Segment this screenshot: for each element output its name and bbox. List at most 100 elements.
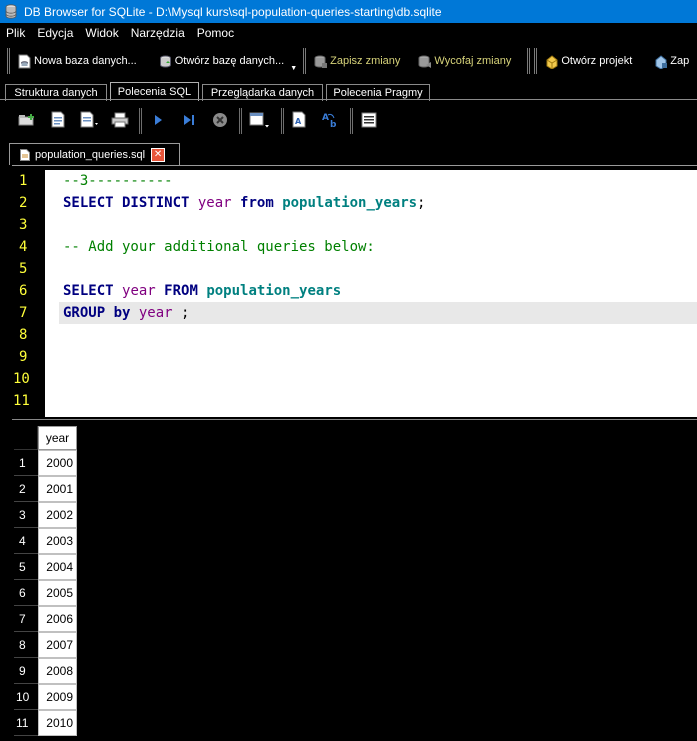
menu-file[interactable]: Plik [0,26,31,40]
line-number: 8 [19,327,28,343]
toolbar-separator [239,108,242,134]
row-header[interactable]: 4 [14,528,38,554]
row-header[interactable]: 9 [14,658,38,684]
row-header[interactable]: 2 [14,476,38,502]
row-header[interactable]: 7 [14,606,38,632]
row-header[interactable]: 6 [14,580,38,606]
open-project-button[interactable]: Otwórz projekt [541,47,636,75]
svg-text:b: b [330,120,337,128]
toolbar-grip[interactable] [7,48,10,74]
toolbar-separator [281,108,284,134]
sql-file-icon [20,148,30,161]
open-sql-file-button[interactable] [45,108,71,134]
main-tabs: Struktura danych Polecenia SQL Przegląda… [0,82,697,101]
open-project-icon [545,54,559,69]
open-database-button[interactable]: Otwórz bazę danych... ▼ [155,47,301,75]
tabs-divider [0,99,697,100]
table-cell[interactable]: 2010 [38,710,77,736]
save-results-icon [248,111,272,132]
table-cell[interactable]: 2001 [38,476,77,502]
step-icon [182,113,196,130]
editor-file-tab[interactable]: population_queries.sql ✕ [9,143,180,165]
toolbar-separator [303,48,307,74]
write-changes-icon [314,54,328,69]
new-database-button[interactable]: Nowa baza danych... [14,47,141,75]
toolbar-grip[interactable] [534,48,538,74]
save-sql-file-button[interactable] [76,108,102,134]
database-icon [4,4,18,20]
find-replace-icon: Ab [321,111,341,131]
svg-text:A: A [295,117,302,126]
menu-edit[interactable]: Edycja [31,26,79,40]
row-header[interactable]: 3 [14,502,38,528]
line-number-gutter: 1 2 3 4 5 6 7 8 9 10 11 [13,170,45,417]
open-file-icon [50,111,66,131]
write-changes-button[interactable]: Zapisz zmiany [310,47,404,75]
main-toolbar: Nowa baza danych... Otwórz bazę danych..… [0,43,697,79]
open-project-label: Otwórz projekt [561,55,633,67]
find-button[interactable]: A [287,108,313,134]
menu-tools[interactable]: Narzędzia [125,26,191,40]
code-line-1: --3---------- [63,173,173,189]
save-file-icon [79,111,99,131]
table-cell[interactable]: 2000 [38,450,77,476]
revert-changes-button[interactable]: Wycofaj zmiany [414,47,515,75]
table-cell[interactable]: 2007 [38,632,77,658]
fold-margin[interactable] [45,170,59,417]
sql-editor[interactable]: --3---------- SELECT DISTINCT year from … [59,170,697,417]
table-cell[interactable]: 2002 [38,502,77,528]
table-cell[interactable]: 2006 [38,606,77,632]
line-number: 11 [13,393,30,409]
table-cell[interactable]: 2004 [38,554,77,580]
open-database-label: Otwórz bazę danych... [174,55,285,67]
row-header[interactable]: 10 [14,684,38,710]
code-line-4: -- Add your additional queries below: [63,239,375,255]
table-cell[interactable]: 2005 [38,580,77,606]
title-bar: DB Browser for SQLite - D:\Mysql kurs\sq… [0,0,697,23]
revert-changes-icon [418,54,432,69]
play-icon [152,113,164,130]
line-number: 9 [19,349,28,365]
sql-toolbar: A Ab [0,104,697,138]
code-line-6: SELECT year FROM population_years [63,283,342,299]
line-number: 2 [19,195,28,211]
dropdown-arrow-icon[interactable]: ▼ [290,65,297,72]
menu-bar: Plik Edycja Widok Narzędzia Pomoc [0,23,697,42]
toolbar-separator [527,48,531,74]
write-changes-label: Zapisz zmiany [330,55,401,67]
menu-view[interactable]: Widok [79,26,124,40]
save-results-button[interactable] [245,108,275,134]
close-tab-icon[interactable]: ✕ [151,147,166,162]
line-number: 5 [19,261,28,277]
code-line-7: GROUP by year ; [63,305,190,321]
results-grid[interactable]: year 1 2000 2 2001 3 2002 4 2003 5 2004 … [14,426,697,741]
comment-block-button[interactable] [356,108,382,134]
open-tab-icon [18,113,36,130]
menu-help[interactable]: Pomoc [191,26,240,40]
table-cell[interactable]: 2003 [38,528,77,554]
line-number: 10 [13,371,30,387]
save-project-label: Zap [670,55,690,67]
new-database-icon [18,54,32,69]
toolbar-separator [350,108,353,134]
save-project-button[interactable]: Zap [650,47,693,75]
table-cell[interactable]: 2009 [38,684,77,710]
grid-corner[interactable] [14,426,38,450]
editor-results-splitter[interactable] [12,417,697,420]
execute-current-line-button[interactable] [176,108,202,134]
row-header[interactable]: 1 [14,450,38,476]
row-header[interactable]: 8 [14,632,38,658]
stop-execution-button[interactable] [207,108,233,134]
find-replace-button[interactable]: Ab [318,108,344,134]
revert-changes-label: Wycofaj zmiany [434,55,512,67]
execute-all-button[interactable] [145,108,171,134]
column-header-year[interactable]: year [38,426,77,450]
row-header[interactable]: 11 [14,710,38,736]
print-button[interactable] [107,108,133,134]
comment-icon [361,112,377,131]
open-tab-button[interactable] [14,108,40,134]
table-cell[interactable]: 2008 [38,658,77,684]
row-header[interactable]: 5 [14,554,38,580]
code-line-2: SELECT DISTINCT year from population_yea… [63,195,426,211]
line-number: 1 [19,173,28,189]
